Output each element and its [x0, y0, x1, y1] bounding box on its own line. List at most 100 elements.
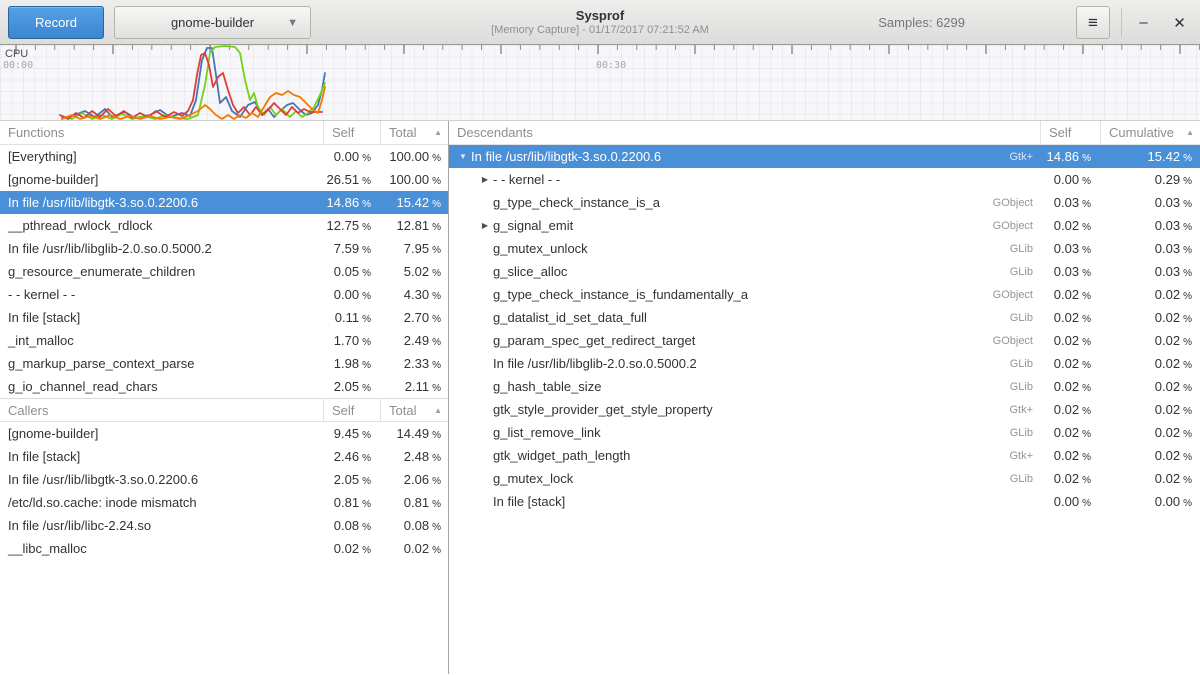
- cpu-usage-graph[interactable]: CPU 00:00 00:30: [0, 45, 1200, 121]
- descendants-table-row[interactable]: g_mutex_unlockGLib0.03%0.03%: [449, 237, 1200, 260]
- close-button[interactable]: ✕: [1163, 6, 1196, 39]
- percent-sign: %: [432, 476, 441, 487]
- descendant-name-cell: g_mutex_unlockGLib: [449, 241, 1040, 256]
- main-content: Functions Self Total ▲ [Everything]0.00%…: [0, 121, 1200, 674]
- self-percentage: 0.02%: [1040, 218, 1100, 233]
- descendant-name-cell: g_mutex_lockGLib: [449, 471, 1040, 486]
- descendants-table-row[interactable]: ▼In file /usr/lib/libgtk-3.so.0.2200.6Gt…: [449, 145, 1200, 168]
- cumulative-percentage: 0.03%: [1100, 218, 1200, 233]
- menu-button[interactable]: ≡: [1076, 6, 1110, 39]
- library-badge: Gtk+: [1009, 151, 1040, 163]
- descendant-name-cell: ▼In file /usr/lib/libgtk-3.so.0.2200.6Gt…: [449, 149, 1040, 164]
- callers-table-row[interactable]: /etc/ld.so.cache: inode mismatch0.81%0.8…: [0, 491, 448, 514]
- functions-column-header[interactable]: Functions: [0, 125, 323, 140]
- minimize-button[interactable]: –: [1127, 6, 1160, 39]
- functions-table-row[interactable]: [gnome-builder]26.51%100.00%: [0, 168, 448, 191]
- callers-table-row[interactable]: In file /usr/lib/libgtk-3.so.0.2200.62.0…: [0, 468, 448, 491]
- percent-sign: %: [432, 337, 441, 348]
- descendants-table-row[interactable]: ▶- - kernel - -0.00%0.29%: [449, 168, 1200, 191]
- functions-table-row[interactable]: - - kernel - -0.00%4.30%: [0, 283, 448, 306]
- descendants-table-row[interactable]: g_param_spec_get_redirect_targetGObject0…: [449, 329, 1200, 352]
- library-badge: GLib: [1010, 473, 1040, 485]
- functions-table-row[interactable]: g_io_channel_read_chars2.05%2.11%: [0, 375, 448, 398]
- descendants-table-row[interactable]: In file [stack]0.00%0.00%: [449, 490, 1200, 513]
- functions-table: [Everything]0.00%100.00%[gnome-builder]2…: [0, 145, 448, 398]
- descendant-name: g_list_remove_link: [493, 425, 601, 440]
- percent-sign: %: [432, 268, 441, 279]
- cumulative-percentage: 0.02%: [1100, 402, 1200, 417]
- functions-total-column-header[interactable]: Total ▲: [380, 121, 448, 145]
- callers-self-column-header[interactable]: Self: [323, 398, 380, 422]
- descendants-table-row[interactable]: g_type_check_instance_is_fundamentally_a…: [449, 283, 1200, 306]
- descendants-column-header[interactable]: Descendants: [449, 125, 1040, 140]
- expander-closed-icon[interactable]: ▶: [477, 221, 493, 230]
- library-badge: GLib: [1010, 358, 1040, 370]
- total-percentage: 7.95%: [380, 241, 448, 256]
- function-name: In file /usr/lib/libglib-2.0.so.0.5000.2: [0, 241, 323, 256]
- descendant-name-cell: In file /usr/lib/libglib-2.0.so.0.5000.2…: [449, 356, 1040, 371]
- percent-sign: %: [1082, 291, 1091, 302]
- descendants-cumulative-column-header[interactable]: Cumulative ▲: [1100, 121, 1200, 145]
- record-button[interactable]: Record: [8, 6, 104, 39]
- callers-table-row[interactable]: __libc_malloc0.02%0.02%: [0, 537, 448, 560]
- self-percentage: 0.03%: [1040, 195, 1100, 210]
- percent-sign: %: [362, 176, 371, 187]
- percent-sign: %: [362, 337, 371, 348]
- total-percentage: 2.06%: [380, 472, 448, 487]
- process-selector-dropdown[interactable]: gnome-builder ▼: [114, 6, 311, 39]
- library-badge: GObject: [993, 197, 1040, 209]
- expander-open-icon[interactable]: ▼: [455, 152, 471, 161]
- functions-table-row[interactable]: In file /usr/lib/libgtk-3.so.0.2200.614.…: [0, 191, 448, 214]
- self-percentage: 0.02%: [1040, 402, 1100, 417]
- percent-sign: %: [1082, 314, 1091, 325]
- descendants-table-row[interactable]: g_type_check_instance_is_aGObject0.03%0.…: [449, 191, 1200, 214]
- descendants-table-row[interactable]: g_list_remove_linkGLib0.02%0.02%: [449, 421, 1200, 444]
- minimize-icon: –: [1139, 14, 1147, 31]
- self-percentage: 2.05%: [323, 379, 380, 394]
- percent-sign: %: [362, 522, 371, 533]
- percent-sign: %: [432, 545, 441, 556]
- cumulative-percentage: 0.02%: [1100, 333, 1200, 348]
- total-percentage: 0.02%: [380, 541, 448, 556]
- descendant-name: g_hash_table_size: [493, 379, 601, 394]
- descendants-table-row[interactable]: In file /usr/lib/libglib-2.0.so.0.5000.2…: [449, 352, 1200, 375]
- descendant-name: g_type_check_instance_is_fundamentally_a: [493, 287, 748, 302]
- percent-sign: %: [1082, 222, 1091, 233]
- function-name: In file [stack]: [0, 310, 323, 325]
- functions-table-row[interactable]: _int_malloc1.70%2.49%: [0, 329, 448, 352]
- cumulative-percentage: 0.02%: [1100, 287, 1200, 302]
- descendant-name: g_signal_emit: [493, 218, 573, 233]
- percent-sign: %: [432, 360, 441, 371]
- callers-table-row[interactable]: [gnome-builder]9.45%14.49%: [0, 422, 448, 445]
- cumulative-percentage: 0.02%: [1100, 310, 1200, 325]
- percent-sign: %: [362, 291, 371, 302]
- descendants-table-row[interactable]: g_slice_allocGLib0.03%0.03%: [449, 260, 1200, 283]
- percent-sign: %: [1082, 199, 1091, 210]
- functions-self-column-header[interactable]: Self: [323, 121, 380, 145]
- functions-table-row[interactable]: g_resource_enumerate_children0.05%5.02%: [0, 260, 448, 283]
- total-percentage: 100.00%: [380, 149, 448, 164]
- functions-table-row[interactable]: In file [stack]0.11%2.70%: [0, 306, 448, 329]
- callers-table-row[interactable]: In file /usr/lib/libc-2.24.so0.08%0.08%: [0, 514, 448, 537]
- callers-total-column-header[interactable]: Total ▲: [380, 398, 448, 422]
- descendant-name: g_slice_alloc: [493, 264, 567, 279]
- callers-table-row[interactable]: In file [stack]2.46%2.48%: [0, 445, 448, 468]
- descendant-name-cell: g_type_check_instance_is_fundamentally_a…: [449, 287, 1040, 302]
- descendants-table-row[interactable]: gtk_style_provider_get_style_propertyGtk…: [449, 398, 1200, 421]
- functions-table-row[interactable]: [Everything]0.00%100.00%: [0, 145, 448, 168]
- percent-sign: %: [432, 199, 441, 210]
- functions-table-row[interactable]: g_markup_parse_context_parse1.98%2.33%: [0, 352, 448, 375]
- self-percentage: 0.00%: [1040, 172, 1100, 187]
- descendants-self-column-header[interactable]: Self: [1040, 121, 1100, 145]
- descendants-table-row[interactable]: g_hash_table_sizeGLib0.02%0.02%: [449, 375, 1200, 398]
- callers-column-header[interactable]: Callers: [0, 403, 323, 418]
- self-percentage: 0.05%: [323, 264, 380, 279]
- functions-table-row[interactable]: __pthread_rwlock_rdlock12.75%12.81%: [0, 214, 448, 237]
- expander-closed-icon[interactable]: ▶: [477, 175, 493, 184]
- descendants-table-row[interactable]: ▶g_signal_emitGObject0.02%0.03%: [449, 214, 1200, 237]
- functions-table-row[interactable]: In file /usr/lib/libglib-2.0.so.0.5000.2…: [0, 237, 448, 260]
- descendants-table-row[interactable]: g_mutex_lockGLib0.02%0.02%: [449, 467, 1200, 490]
- descendants-table-row[interactable]: g_datalist_id_set_data_fullGLib0.02%0.02…: [449, 306, 1200, 329]
- descendant-name-cell: ▶g_signal_emitGObject: [449, 218, 1040, 233]
- descendants-table-row[interactable]: gtk_widget_path_lengthGtk+0.02%0.02%: [449, 444, 1200, 467]
